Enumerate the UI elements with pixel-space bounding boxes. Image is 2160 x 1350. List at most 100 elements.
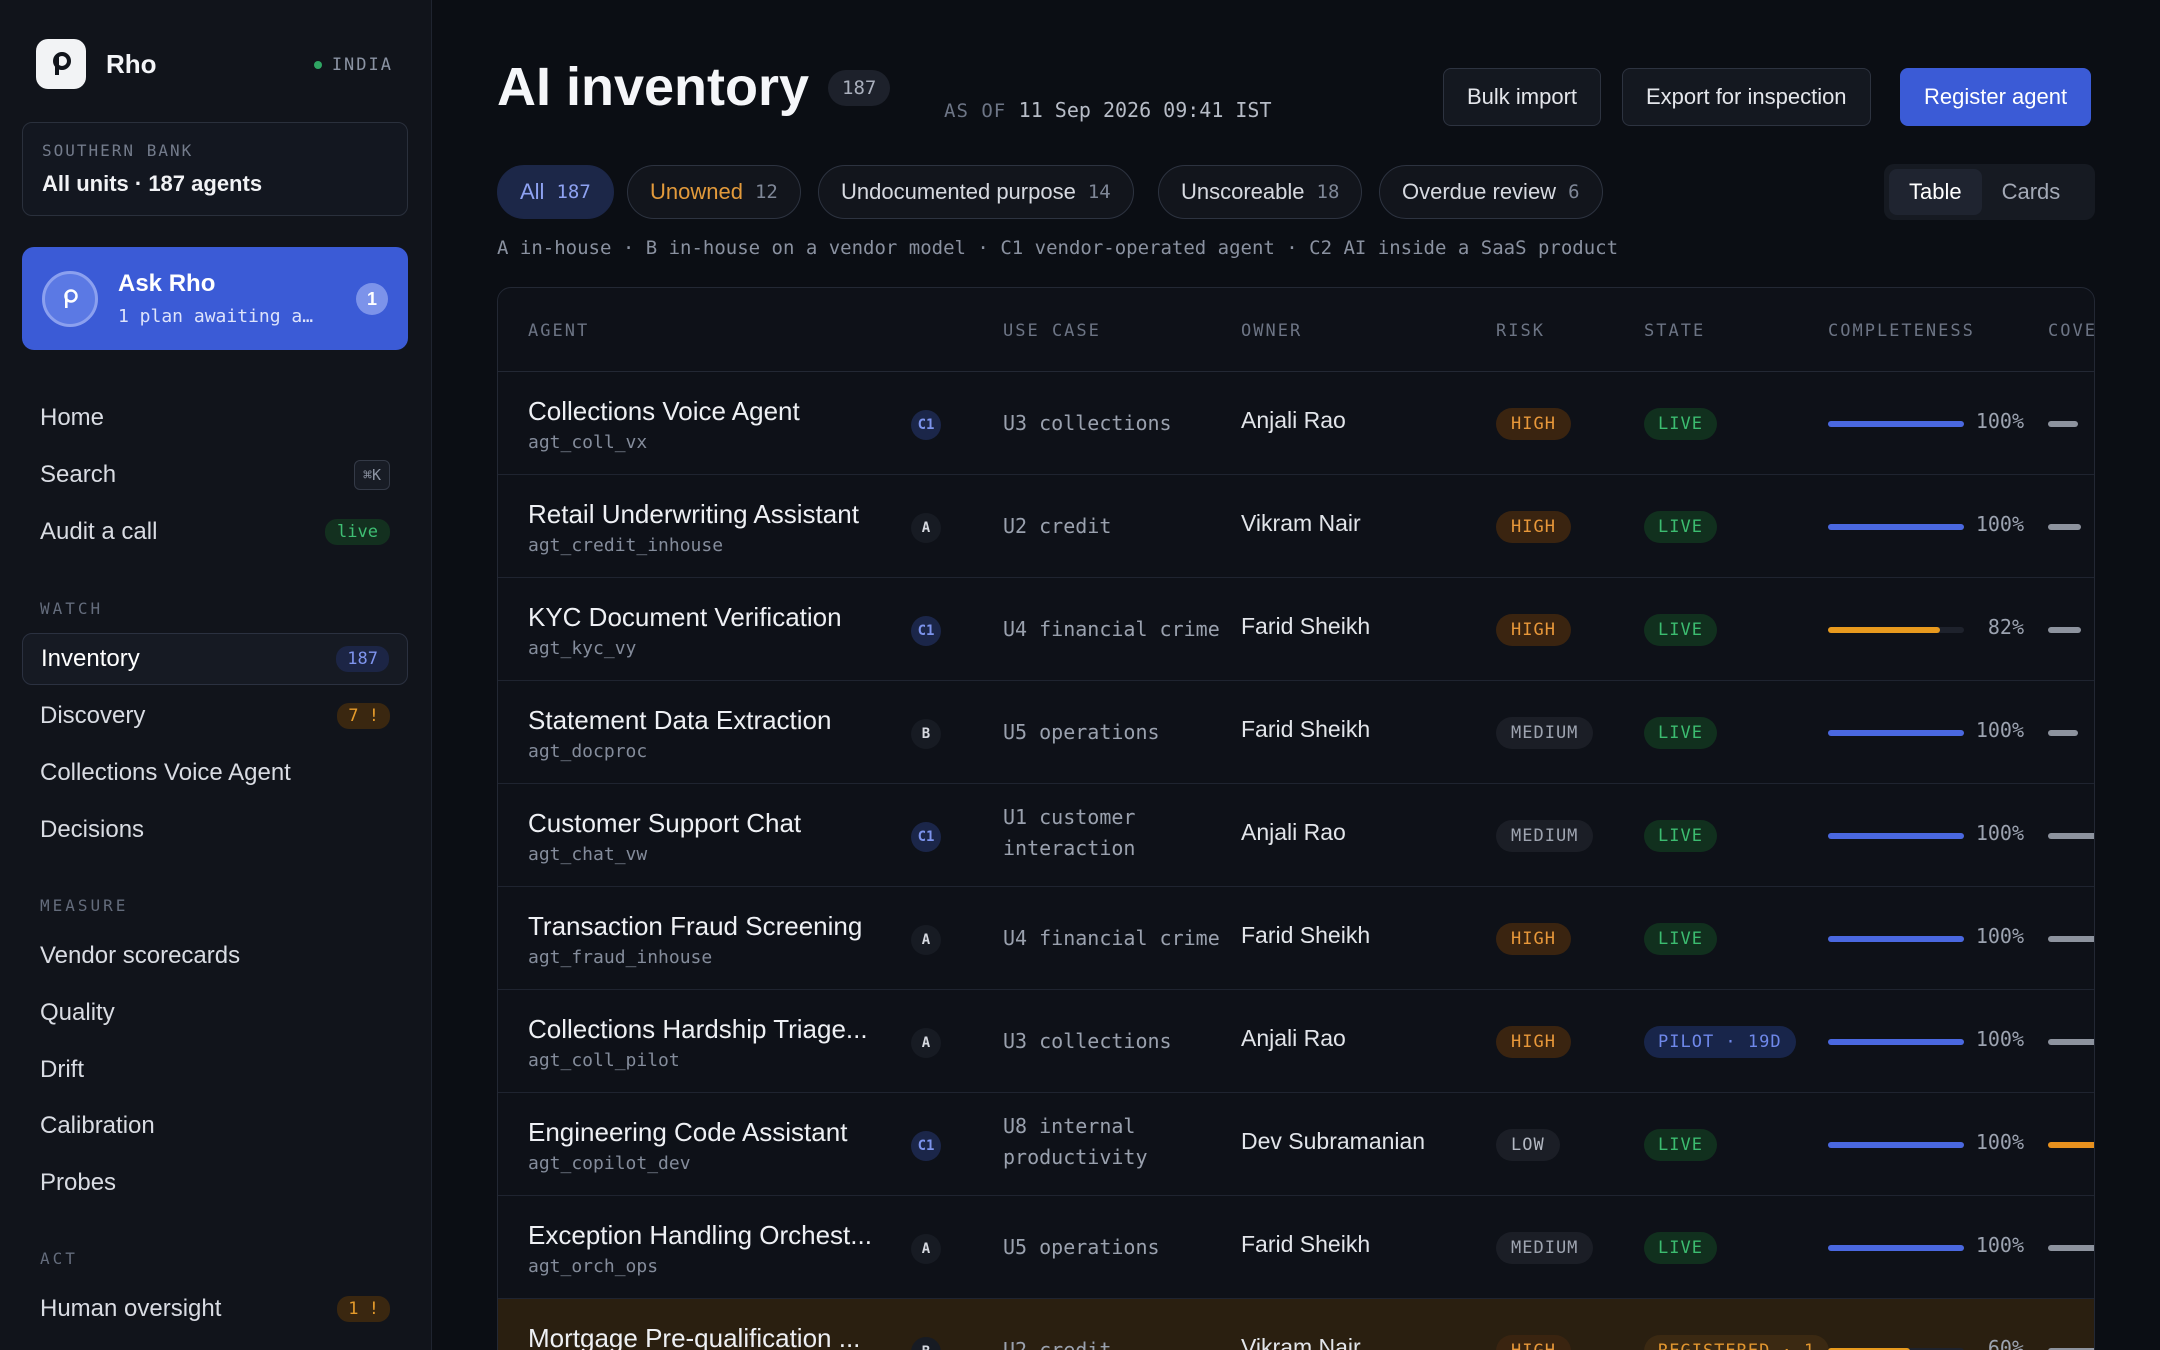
as-of-value: 11 Sep 2026 09:41 IST [1018,98,1272,122]
agent-name[interactable]: Statement Data Extraction [528,705,893,736]
completeness-bar [1828,524,1964,530]
nav-vendor-label: Vendor scorecards [40,942,241,969]
table-row[interactable]: Collections Hardship Triage... agt_coll_p… [498,990,2094,1093]
export-button[interactable]: Export for inspection [1622,68,1871,126]
table-row[interactable]: Transaction Fraud Screening agt_fraud_inh… [498,887,2094,990]
risk-badge: HIGH [1496,511,1571,543]
oversight-badge: 1 ! [337,1296,390,1322]
table-row[interactable]: Mortgage Pre-qualification ... B U2 credit… [498,1299,2094,1350]
nav-audit[interactable]: Audit a call live [22,506,408,558]
completeness-pct: 100% [1975,1027,2024,1051]
col-risk[interactable]: RISK [1496,321,1545,341]
filter-count: 14 [1087,181,1111,203]
agent-id: agt_kyc_vy [528,638,637,659]
table-row[interactable]: Customer Support Chat agt_chat_vw C1 U1 cus… [498,784,2094,887]
ask-rho-card[interactable]: Ask Rho 1 plan awaiting a… 1 [22,247,408,350]
nav-probes[interactable]: Probes [22,1157,408,1209]
coverage-bar [2048,833,2094,839]
title-count-badge: 187 [828,70,891,106]
table-row[interactable]: KYC Document Verification agt_kyc_vy C1 U4 … [498,578,2094,681]
nav-home[interactable]: Home [22,392,408,444]
nav-drift[interactable]: Drift [22,1044,408,1096]
agent-name[interactable]: Engineering Code Assistant [528,1117,893,1148]
agent-name[interactable]: Retail Underwriting Assistant [528,499,893,530]
completeness-pct: 100% [1975,924,2024,948]
nav-collections-voice-agent[interactable]: Collections Voice Agent [22,747,408,799]
nav-discovery-label: Discovery [40,702,146,729]
risk-badge: MEDIUM [1496,820,1594,852]
completeness-pct: 100% [1975,1233,2024,1257]
region-indicator: INDIA [313,55,393,75]
agent-name[interactable]: Mortgage Pre-qualification ... [528,1323,893,1350]
agent-id: agt_docproc [528,741,648,762]
filter-all[interactable]: All 187 [497,165,614,219]
filter-undocumented-purpose[interactable]: Undocumented purpose 14 [818,165,1134,219]
col-use-case[interactable]: USE CASE [1003,321,1101,341]
table-row[interactable]: Engineering Code Assistant agt_copilot_de… [498,1093,2094,1196]
agent-type-badge: C1 [911,616,941,646]
inventory-count-badge: 187 [336,646,389,672]
nav-discovery[interactable]: Discovery 7 ! [22,690,408,742]
state-badge: REGISTERED · 1 [1644,1335,1830,1350]
bulk-import-button[interactable]: Bulk import [1443,68,1602,126]
completeness-pct: 60% [1987,1336,2024,1350]
agent-id: agt_credit_inhouse [528,535,724,556]
as-of-timestamp: AS OF 11 Sep 2026 09:41 IST [944,98,1272,122]
coverage-bar [2048,1039,2094,1045]
org-title: All units · 187 agents [42,171,263,196]
state-badge: LIVE [1644,614,1717,646]
filter-label: Overdue review [1402,179,1557,204]
agent-name[interactable]: KYC Document Verification [528,602,893,633]
agent-name[interactable]: Collections Voice Agent [528,396,893,427]
completeness-pct: 100% [1975,718,2024,742]
risk-badge: MEDIUM [1496,1232,1594,1264]
col-agent[interactable]: AGENT [528,321,589,341]
table-row[interactable]: Retail Underwriting Assistant agt_credit_… [498,475,2094,578]
org-switcher[interactable]: SOUTHERN BANK All units · 187 agents [22,122,408,216]
nav-quality[interactable]: Quality [22,987,408,1039]
nav-search[interactable]: Search ⌘K [22,449,408,501]
filter-unowned[interactable]: Unowned 12 [627,165,801,219]
completeness-fill [1828,1245,1964,1251]
org-label: SOUTHERN BANK [42,141,194,160]
brand[interactable]: Rho [36,39,157,89]
nav-vendor-scorecards[interactable]: Vendor scorecards [22,930,408,982]
type-legend: A in-house · B in-house on a vendor mode… [497,237,1619,259]
completeness-pct: 100% [1975,512,2024,536]
col-coverage[interactable]: COVE [2048,321,2094,341]
col-state[interactable]: STATE [1644,321,1705,341]
nav-probes-label: Probes [40,1169,117,1196]
table-header: AGENT USE CASE OWNER RISK STATE COMPLETE… [498,288,2094,372]
filter-count: 187 [556,181,591,203]
completeness-fill [1828,833,1964,839]
ask-title: Ask Rho [118,270,216,297]
nav-human-oversight[interactable]: Human oversight 1 ! [22,1283,408,1335]
filter-unscoreable[interactable]: Unscoreable 18 [1158,165,1363,219]
table-row[interactable]: Exception Handling Orchest... agt_orch_op… [498,1196,2094,1299]
use-case: U5 operations [1003,720,1160,744]
nav-inventory[interactable]: Inventory 187 [22,633,408,685]
state-badge: LIVE [1644,923,1717,955]
col-completeness[interactable]: COMPLETENESS [1828,321,1975,341]
register-agent-button[interactable]: Register agent [1900,68,2092,126]
filter-overdue-review[interactable]: Overdue review 6 [1379,165,1603,219]
nav-calibration-label: Calibration [40,1112,155,1139]
nav-oversight-label: Human oversight [40,1295,222,1322]
agent-name[interactable]: Transaction Fraud Screening [528,911,893,942]
view-table-option[interactable]: Table [1889,169,1982,215]
nav-calibration[interactable]: Calibration [22,1100,408,1152]
col-owner[interactable]: OWNER [1241,321,1302,341]
nav-decisions[interactable]: Decisions [22,804,408,856]
use-case: U4 financial crime [1003,617,1220,641]
agent-name[interactable]: Collections Hardship Triage... [528,1014,893,1045]
use-case: U5 operations [1003,1235,1160,1259]
agent-name[interactable]: Customer Support Chat [528,808,893,839]
state-badge: LIVE [1644,1129,1717,1161]
filter-count: 6 [1568,181,1580,203]
page-title: AI inventory [497,57,810,117]
view-cards-option[interactable]: Cards [1982,169,2081,215]
app-name: Rho [106,48,157,79]
table-row[interactable]: Collections Voice Agent agt_coll_vx C1 U3 c… [498,372,2094,475]
agent-name[interactable]: Exception Handling Orchest... [528,1220,893,1251]
table-row[interactable]: Statement Data Extraction agt_docproc B U5 … [498,681,2094,784]
